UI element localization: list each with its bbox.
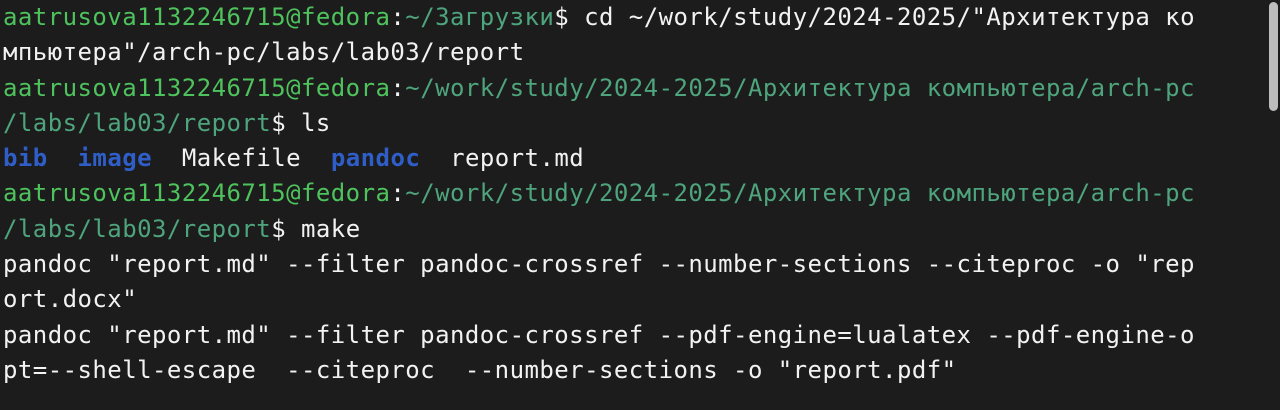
terminal-line: aatrusova1132246715@fedora:~/work/study/… xyxy=(3,176,1265,211)
prompt-path: ~/work/study/2024-2025/Архитектура компь… xyxy=(405,179,1195,208)
terminal-output[interactable]: aatrusova1132246715@fedora:~/Загрузки$ c… xyxy=(3,0,1265,388)
scrollbar-thumb[interactable] xyxy=(1269,2,1278,111)
command-text: make xyxy=(286,214,361,243)
ls-file: report.md xyxy=(450,144,585,173)
output-text: pandoc "report.md" --filter pandoc-cross… xyxy=(3,250,1195,279)
prompt-user-host: aatrusova1132246715@fedora xyxy=(3,3,391,31)
terminal-line: aatrusova1132246715@fedora:~/work/study/… xyxy=(3,71,1265,106)
ls-directory: pandoc xyxy=(330,144,421,173)
ls-spacer xyxy=(420,144,450,172)
terminal-line: pt=--shell-escape --citeproc --number-se… xyxy=(3,353,1265,388)
prompt-user-host: aatrusova1132246715@fedora xyxy=(3,73,391,102)
prompt-separator: : xyxy=(390,3,406,31)
prompt-path: /labs/lab03/report xyxy=(3,214,272,243)
terminal-line: aatrusova1132246715@fedora:~/Загрузки$ c… xyxy=(3,0,1265,35)
command-text: ls xyxy=(286,108,331,137)
prompt-path: ~/work/study/2024-2025/Архитектура компь… xyxy=(405,73,1195,102)
terminal-line: ort.docx" xyxy=(3,282,1265,317)
terminal-window[interactable]: aatrusova1132246715@fedora:~/Загрузки$ c… xyxy=(0,0,1280,410)
output-text: pandoc "report.md" --filter pandoc-cross… xyxy=(3,320,1195,349)
prompt-path: ~/Загрузки xyxy=(405,3,555,31)
scrollbar[interactable] xyxy=(1266,0,1280,410)
prompt-dollar: $ xyxy=(271,108,287,137)
ls-spacer xyxy=(48,144,78,172)
output-text: pt=--shell-escape --citeproc --number-se… xyxy=(3,355,957,384)
output-text: ort.docx" xyxy=(3,285,138,314)
command-text: cd ~/work/study/2024-2025/"Архитектура к… xyxy=(569,3,1195,31)
ls-directory: image xyxy=(77,144,153,173)
ls-file: Makefile xyxy=(181,144,302,173)
terminal-line: /labs/lab03/report$ ls xyxy=(3,106,1265,141)
prompt-separator: : xyxy=(390,179,406,208)
output-text: мпьютера"/arch-pc/labs/lab03/report xyxy=(3,38,525,67)
prompt-path: /labs/lab03/report xyxy=(3,108,272,137)
ls-spacer xyxy=(152,144,182,172)
prompt-dollar: $ xyxy=(271,214,287,243)
prompt-dollar: $ xyxy=(554,3,570,31)
terminal-line: pandoc "report.md" --filter pandoc-cross… xyxy=(3,318,1265,353)
ls-spacer xyxy=(301,144,331,172)
prompt-user-host: aatrusova1132246715@fedora xyxy=(3,179,391,208)
terminal-line: мпьютера"/arch-pc/labs/lab03/report xyxy=(3,35,1265,70)
terminal-line: /labs/lab03/report$ make xyxy=(3,212,1265,247)
ls-directory: bib xyxy=(3,144,48,173)
terminal-line: bib image Makefile pandoc report.md xyxy=(3,141,1265,176)
prompt-separator: : xyxy=(390,73,406,102)
terminal-line: pandoc "report.md" --filter pandoc-cross… xyxy=(3,247,1265,282)
